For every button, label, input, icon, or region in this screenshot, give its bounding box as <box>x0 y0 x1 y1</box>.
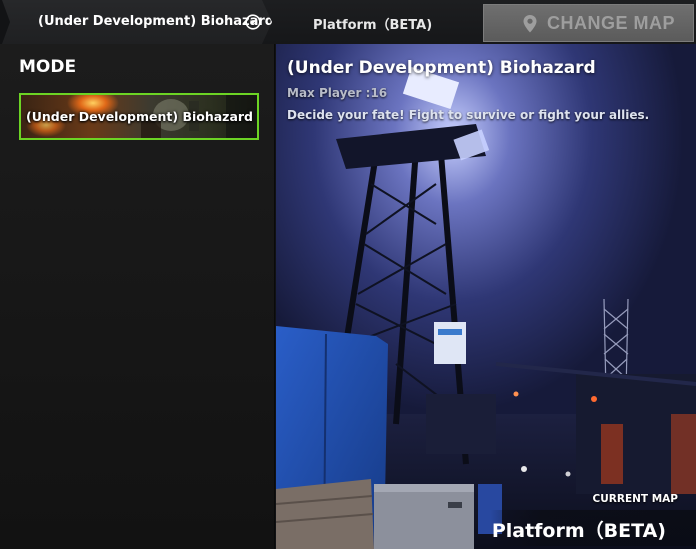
max-player-text: Max Player :16 <box>287 86 388 100</box>
map-pin-icon <box>522 14 538 34</box>
current-map-caption: CURRENT MAP <box>592 493 678 505</box>
map-breadcrumb: Platform（BETA) <box>276 0 476 44</box>
mode-list-panel: MODE (Under Development) Biohazard <box>0 44 275 549</box>
change-map-label: CHANGE MAP <box>547 13 676 33</box>
mode-item-biohazard[interactable]: (Under Development) Biohazard <box>19 93 259 140</box>
chevron-down-circle-icon[interactable] <box>245 14 261 30</box>
current-map-name: Platform（BETA) <box>491 520 666 542</box>
current-map-banner: Platform（BETA) <box>490 510 696 546</box>
mode-item-label: (Under Development) Biohazard <box>26 109 254 124</box>
map-breadcrumb-label: Platform（BETA) <box>313 18 433 33</box>
mode-dropdown[interactable]: (Under Development) Biohazard <box>0 0 272 44</box>
map-title: (Under Development) Biohazard <box>287 58 596 78</box>
mode-dropdown-label: (Under Development) Biohazard <box>38 14 275 29</box>
top-bar: (Under Development) Biohazard Platform（B… <box>0 0 696 44</box>
change-map-button[interactable]: CHANGE MAP <box>483 4 694 42</box>
mode-list-title: MODE <box>19 57 77 77</box>
map-preview: (Under Development) Biohazard Max Player… <box>276 44 696 549</box>
game-mode-select-screen: (Under Development) Biohazard Platform（B… <box>0 0 696 549</box>
map-description: Decide your fate! Fight to survive or fi… <box>287 108 650 122</box>
